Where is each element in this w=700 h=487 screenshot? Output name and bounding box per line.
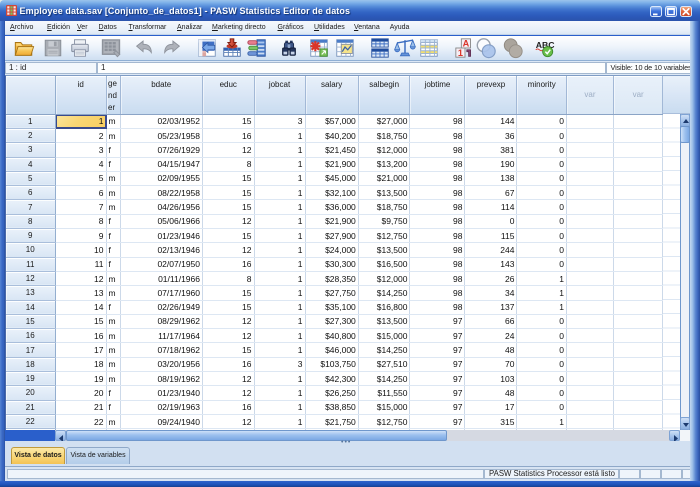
svg-text:1: 1 (458, 48, 463, 58)
svg-text:A: A (463, 39, 470, 49)
